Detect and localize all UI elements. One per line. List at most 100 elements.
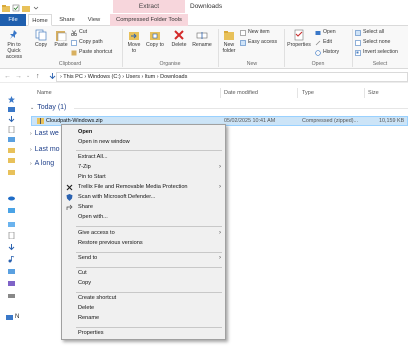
menu-item-give-access[interactable]: Give access to › (62, 229, 225, 238)
open-button[interactable]: Open (315, 29, 336, 36)
recent-chevron-icon[interactable]: ⌄ (26, 72, 30, 81)
pictures-icon[interactable] (8, 136, 15, 143)
chevron-down-icon[interactable] (32, 4, 40, 12)
properties-button[interactable]: Properties (286, 29, 312, 48)
documents-icon[interactable] (8, 125, 15, 134)
tab-share[interactable]: Share (55, 14, 79, 26)
tab-file[interactable]: File (0, 14, 26, 26)
menu-item-send-to-label: Send to (78, 255, 98, 261)
column-header-size[interactable]: Size (368, 90, 379, 96)
folder-icon[interactable] (8, 220, 15, 227)
forward-arrow-icon[interactable]: → (15, 72, 22, 81)
videos-icon[interactable] (8, 280, 15, 287)
documents-icon[interactable] (8, 231, 15, 240)
delete-label: Delete (171, 42, 187, 48)
file-date: 05/02/2025 10:41 AM (224, 118, 276, 124)
new-folder-quick-icon[interactable] (22, 4, 30, 12)
properties-quick-icon[interactable] (12, 4, 20, 12)
tab-compressed-folder-tools[interactable]: Compressed Folder Tools (110, 14, 188, 26)
folder-icon[interactable] (8, 146, 15, 153)
menu-item-share[interactable]: Share (62, 203, 225, 212)
paste-button[interactable]: Paste (53, 29, 69, 48)
invert-selection-button[interactable]: Invert selection (355, 49, 398, 56)
column-separator[interactable] (220, 88, 221, 98)
edit-label: Edit (323, 39, 332, 45)
folder-icon[interactable] (8, 156, 15, 163)
desktop-icon[interactable] (8, 106, 15, 113)
select-none-button[interactable]: Select none (355, 39, 390, 46)
navigation-pane: N (0, 84, 28, 348)
copy-button[interactable]: Copy (33, 29, 49, 48)
copy-to-label: Copy to (146, 42, 164, 48)
star-icon[interactable] (8, 96, 15, 103)
copy-to-button[interactable]: Copy to (146, 29, 164, 48)
menu-item-copy[interactable]: Copy (62, 279, 225, 288)
up-arrow-icon[interactable]: ↑ (36, 72, 40, 81)
menu-item-restore-versions[interactable]: Restore previous versions (62, 239, 225, 248)
column-separator[interactable] (297, 88, 298, 98)
drive-icon[interactable] (8, 292, 15, 299)
ribbon-tabs: File Home Share View Compressed Folder T… (0, 14, 408, 26)
group-long-ago[interactable]: › A long (30, 160, 54, 167)
history-icon (315, 49, 321, 56)
menu-item-send-to[interactable]: Send to › (62, 254, 225, 263)
new-folder-icon (223, 29, 235, 41)
share-icon (66, 204, 73, 211)
easy-access-button[interactable]: Easy access (240, 39, 277, 46)
submenu-arrow-icon: › (219, 230, 221, 236)
music-icon[interactable] (8, 255, 15, 263)
downloads-icon[interactable] (8, 244, 15, 251)
menu-item-open-with[interactable]: Open with... (62, 213, 225, 222)
menu-item-rename[interactable]: Rename (62, 314, 225, 323)
menu-item-open-new-window[interactable]: Open in new window (62, 138, 225, 147)
menu-item-7zip[interactable]: 7-Zip › (62, 163, 225, 172)
history-button[interactable]: History (315, 49, 339, 56)
menu-item-scan-defender[interactable]: Scan with Microsoft Defender... (62, 193, 225, 202)
group-last-month[interactable]: › Last mo (30, 146, 60, 153)
group-last-week[interactable]: › Last we (30, 130, 59, 137)
cut-button[interactable]: Cut (70, 29, 87, 36)
menu-item-cut[interactable]: Cut (62, 269, 225, 278)
folder-icon[interactable] (8, 168, 15, 175)
tab-view[interactable]: View (82, 14, 106, 26)
column-header-date-modified[interactable]: Date modified (224, 90, 258, 96)
pin-quick-access-button[interactable]: Pin to Quick access (2, 29, 26, 60)
history-label: History (323, 49, 340, 55)
copy-to-icon (149, 29, 161, 41)
folder-icon[interactable] (2, 4, 10, 12)
edit-icon (315, 40, 321, 46)
copy-path-button[interactable]: Copy path (71, 39, 103, 46)
select-all-button[interactable]: Select all (355, 29, 384, 36)
edit-button[interactable]: Edit (315, 39, 332, 46)
menu-separator (76, 267, 222, 268)
menu-item-create-shortcut[interactable]: Create shortcut (62, 294, 225, 303)
menu-item-open[interactable]: Open (62, 128, 225, 137)
new-folder-button[interactable]: New folder (220, 29, 238, 54)
downloads-icon[interactable] (8, 116, 15, 123)
group-organise-label: Organise (159, 61, 181, 67)
menu-item-extract-all[interactable]: Extract All... (62, 153, 225, 162)
delete-button[interactable]: Delete (169, 29, 189, 48)
address-path[interactable]: › This PC › Windows (C:) › Users › ltum … (56, 72, 408, 82)
pictures-icon[interactable] (8, 268, 15, 275)
rename-button[interactable]: Rename (191, 29, 213, 48)
paste-shortcut-button[interactable]: Paste shortcut (71, 49, 112, 56)
group-today[interactable]: ⌄ Today (1) (30, 104, 66, 111)
menu-item-properties[interactable]: Properties (62, 329, 225, 338)
back-arrow-icon[interactable]: ← (4, 72, 11, 81)
column-separator[interactable] (364, 88, 365, 98)
copy-label: Copy (34, 42, 48, 48)
column-header-type[interactable]: Type (302, 90, 314, 96)
chevron-down-icon: ⌄ (30, 105, 35, 111)
move-to-button[interactable]: Move to (125, 29, 143, 54)
menu-item-trellix[interactable]: Trellix File and Removable Media Protect… (62, 183, 225, 192)
this-pc-icon[interactable] (8, 208, 15, 215)
menu-item-pin-to-start[interactable]: Pin to Start (62, 173, 225, 182)
menu-item-delete[interactable]: Delete (62, 304, 225, 313)
submenu-arrow-icon: › (219, 164, 221, 170)
column-header-name[interactable]: Name (37, 90, 52, 96)
onedrive-icon[interactable] (8, 194, 15, 201)
sidebar-item-network[interactable]: N (6, 314, 22, 323)
tab-home[interactable]: Home (28, 14, 52, 26)
new-item-button[interactable]: New item (240, 29, 270, 36)
